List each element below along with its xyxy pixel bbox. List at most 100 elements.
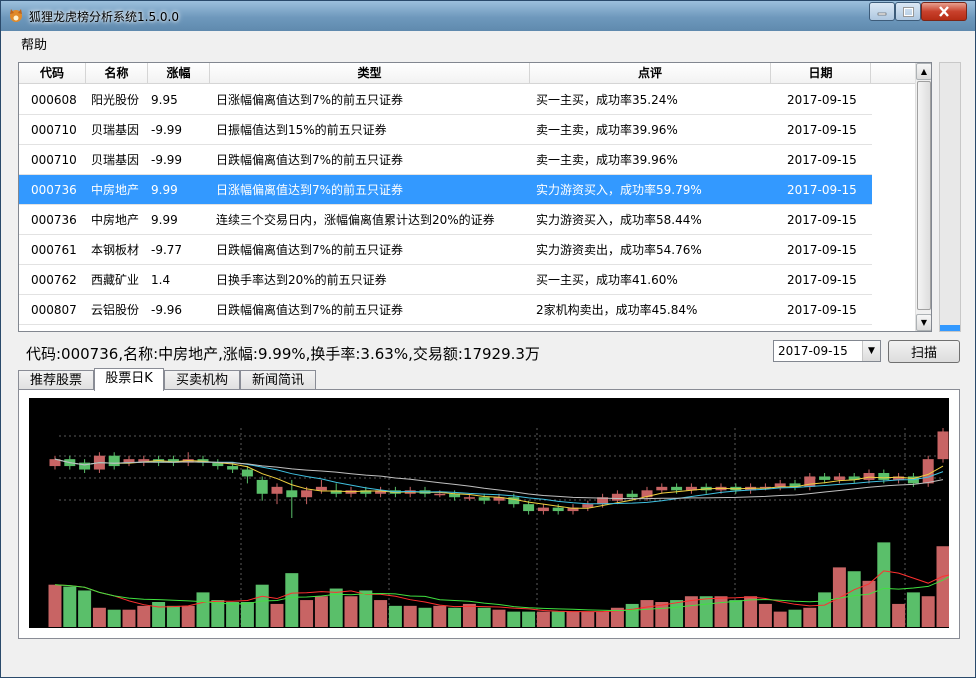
candle	[537, 507, 549, 512]
fox-app-icon	[10, 9, 22, 22]
candle	[819, 476, 831, 480]
volume-bar	[847, 571, 861, 627]
cell-code: 000710	[31, 123, 77, 137]
table-row[interactable]: 000762 西藏矿业 1.4 日换手率达到20%的前五只证券 买一主买，成功率41.6…	[19, 265, 872, 295]
cell-change: -9.99	[151, 153, 183, 167]
column-header-name[interactable]: 名称	[86, 63, 148, 84]
cell-date: 2017-09-15	[787, 123, 857, 137]
table-row[interactable]: 000710 贝瑞基因 -9.99 日跌幅偏离值达到7%的前五只证券 卖一主卖，成功率3…	[19, 145, 872, 175]
volume-bar	[418, 607, 432, 627]
volume-bar	[536, 611, 550, 627]
cell-change: 1.4	[151, 273, 171, 287]
cell-name: 贝瑞基因	[91, 123, 140, 137]
minimize-icon	[877, 12, 887, 15]
window-title: 狐狸龙虎榜分析系统1.5.0.0	[29, 10, 179, 24]
volume-bar	[596, 611, 610, 627]
column-header-type[interactable]: 类型	[210, 63, 530, 84]
candle	[833, 476, 845, 480]
table-row[interactable]: 000807 云铝股份 -9.96 日跌幅偏离值达到7%的前五只证券 2家机构卖出，成功…	[19, 295, 872, 325]
volume-bar	[714, 596, 728, 627]
date-dropdown-value: 2017-09-15	[778, 344, 848, 358]
table-row[interactable]: 000710 贝瑞基因 -9.99 日振幅值达到15%的前五只证券 卖一主卖，成功率39…	[19, 115, 872, 145]
side-scrollbar[interactable]	[939, 62, 961, 332]
volume-bar	[507, 611, 521, 627]
cell-type: 连续三个交易日内，涨幅偏离值累计达到20%的证券	[216, 213, 495, 227]
cell-comment: 卖一主卖，成功率39.96%	[536, 123, 678, 137]
cell-code: 000736	[31, 213, 77, 227]
cell-comment: 实力游资买入，成功率59.79%	[536, 183, 702, 197]
volume-bar	[477, 607, 491, 627]
cell-change: 9.95	[151, 93, 178, 107]
column-header-date[interactable]: 日期	[771, 63, 871, 84]
date-dropdown[interactable]: 2017-09-15 ▼	[773, 340, 881, 362]
selected-stock-info: 代码:000736,名称:中房地产,涨幅:9.99%,换手率:3.63%,交易额…	[26, 345, 540, 363]
chevron-down-icon[interactable]: ▼	[862, 341, 880, 361]
cell-comment: 卖一主卖，成功率39.96%	[536, 153, 678, 167]
table-row[interactable]: 000736 中房地产 9.99 连续三个交易日内，涨幅偏离值累计达到20%的证券 实力…	[19, 205, 872, 235]
volume-bar	[566, 611, 580, 627]
minimize-button[interactable]	[869, 2, 895, 21]
candle	[79, 462, 91, 470]
volume-bar	[166, 605, 180, 627]
candle	[478, 497, 490, 501]
cell-comment: 买一主买，成功率41.60%	[536, 273, 678, 287]
volume-ma5-line	[54, 570, 949, 613]
close-button[interactable]	[921, 2, 967, 21]
column-header-change[interactable]: 涨幅	[148, 63, 210, 84]
candle	[552, 507, 564, 512]
volume-bar	[758, 603, 772, 627]
candle	[301, 490, 313, 498]
candle	[256, 479, 268, 494]
cell-date: 2017-09-15	[787, 93, 857, 107]
tab-daily-kline[interactable]: 股票日K	[94, 368, 164, 391]
cell-code: 000736	[31, 183, 77, 197]
cell-name: 云铝股份	[91, 303, 140, 317]
table-row[interactable]: 000761 本钢板材 -9.77 日跌幅偏离值达到7%的前五只证券 实力游资卖出，成功…	[19, 235, 872, 265]
cell-type: 日跌幅偏离值达到7%的前五只证券	[216, 303, 404, 317]
volume-bar	[788, 609, 802, 627]
volume-bar	[300, 600, 314, 627]
cell-change: 9.99	[151, 183, 178, 197]
scroll-down-arrow-icon[interactable]: ▼	[916, 314, 931, 331]
column-header-comment[interactable]: 点评	[530, 63, 771, 84]
table-row[interactable]: 000608 阳光股份 9.95 日涨幅偏离值达到7%的前五只证券 买一主买，成功率35…	[19, 85, 872, 115]
volume-bar	[63, 586, 77, 627]
volume-ma10-line	[54, 576, 949, 612]
volume-bar	[285, 573, 299, 627]
table-vertical-scrollbar[interactable]: ▲ ▼	[915, 63, 931, 331]
cell-change: 9.99	[151, 213, 178, 227]
volume-bar	[270, 603, 284, 627]
volume-bar	[862, 580, 876, 627]
maximize-button[interactable]	[895, 2, 921, 21]
table-row[interactable]: 000736 中房地产 9.99 日涨幅偏离值达到7%的前五只证券 实力游资买入，成功率…	[19, 175, 872, 205]
volume-bar	[359, 590, 373, 627]
tab-trading-institutions[interactable]: 买卖机构	[164, 370, 240, 390]
volume-bar	[877, 542, 891, 627]
volume-bar	[196, 592, 210, 627]
cell-type: 日振幅值达到15%的前五只证券	[216, 123, 387, 137]
volume-bar	[433, 605, 447, 627]
scrollbar-thumb[interactable]	[917, 81, 931, 310]
menu-help[interactable]: 帮助	[21, 34, 47, 53]
volume-bar	[462, 603, 476, 627]
cell-date: 2017-09-15	[787, 153, 857, 167]
cell-code: 000608	[31, 93, 77, 107]
cell-type: 日跌幅偏离值达到7%的前五只证券	[216, 153, 404, 167]
volume-bar	[892, 603, 906, 627]
candle	[937, 431, 949, 460]
cell-name: 中房地产	[91, 183, 140, 197]
tab-news[interactable]: 新闻简讯	[240, 370, 316, 390]
scroll-up-arrow-icon[interactable]: ▲	[916, 63, 931, 80]
volume-bar	[374, 600, 388, 627]
side-scrollbar-indicator	[940, 325, 960, 331]
cell-comment: 买一主买，成功率35.24%	[536, 93, 678, 107]
scan-button[interactable]: 扫描	[888, 340, 960, 363]
candle	[108, 455, 120, 467]
close-icon	[939, 6, 949, 17]
title-bar[interactable]: 狐狸龙虎榜分析系统1.5.0.0	[1, 1, 975, 31]
volume-bar	[48, 584, 62, 627]
tab-recommended-stocks[interactable]: 推荐股票	[18, 370, 94, 390]
column-header-code[interactable]: 代码	[19, 63, 86, 84]
cell-name: 本钢板材	[91, 243, 140, 257]
candle	[523, 504, 535, 512]
